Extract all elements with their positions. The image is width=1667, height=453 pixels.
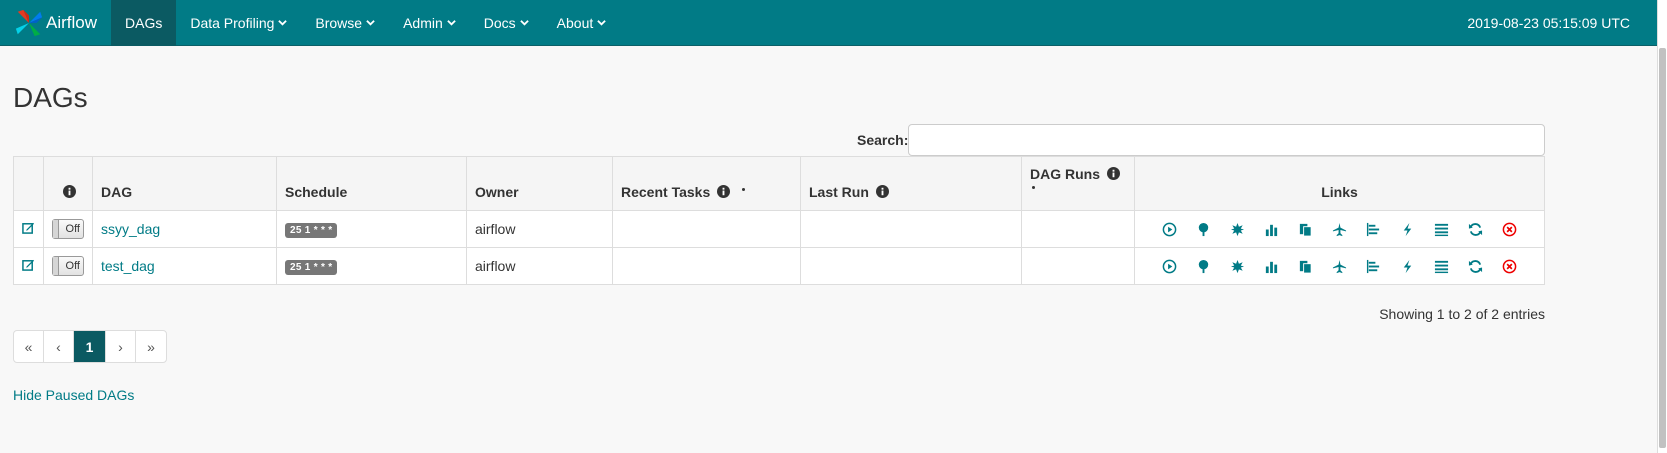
- schedule-badge: 25 1 * * *: [285, 223, 338, 238]
- recent-tasks-cell: [612, 247, 801, 285]
- tree-view-icon[interactable]: [1196, 259, 1211, 274]
- header-owner[interactable]: Owner: [466, 156, 613, 211]
- tries-chart-icon[interactable]: [1264, 222, 1279, 237]
- dag-link[interactable]: ssyy_dag: [101, 221, 160, 237]
- graph-view-icon[interactable]: [1230, 259, 1245, 274]
- edit-icon[interactable]: [22, 258, 35, 271]
- header-dag[interactable]: DAG: [92, 156, 277, 211]
- dag-link[interactable]: test_dag: [101, 258, 155, 274]
- dag-cell: ssyy_dag: [92, 210, 277, 248]
- toggle-cell: Off: [43, 247, 93, 285]
- nav-browse[interactable]: Browse: [301, 0, 389, 46]
- page-scrollbar[interactable]: [1657, 0, 1667, 453]
- graph-view-icon[interactable]: [1230, 222, 1245, 237]
- gantt-icon[interactable]: [1366, 259, 1381, 274]
- header-recent-tasks: Recent Tasks: [612, 156, 801, 211]
- nav-about[interactable]: About: [543, 0, 621, 46]
- nav-docs[interactable]: Docs: [470, 0, 543, 46]
- links-row: [1145, 222, 1534, 237]
- airflow-logo-icon: [15, 9, 43, 36]
- chevron-down-icon: [597, 20, 607, 26]
- dag-runs-cell: [1021, 247, 1135, 285]
- lightning-icon[interactable]: [1400, 259, 1415, 274]
- table-row: Off ssyy_dag 25 1 * * * airflow: [13, 210, 1545, 248]
- links-cell: [1134, 210, 1545, 248]
- dags-table: DAG Schedule Owner Recent Tasks Last Run…: [13, 156, 1545, 285]
- search-label: Search:: [857, 132, 909, 148]
- landing-times-icon[interactable]: [1332, 222, 1347, 237]
- entries-info: Showing 1 to 2 of 2 entries: [1379, 306, 1545, 322]
- brand-name: Airflow: [45, 12, 97, 32]
- table-header-row: DAG Schedule Owner Recent Tasks Last Run…: [13, 156, 1545, 211]
- code-view-icon[interactable]: [1298, 259, 1313, 274]
- header-toggle: [43, 156, 93, 211]
- search-input[interactable]: [908, 124, 1545, 156]
- info-icon: [1106, 167, 1120, 180]
- page-prev[interactable]: ‹: [44, 331, 74, 362]
- page-next[interactable]: ›: [106, 331, 136, 362]
- dag-cell: test_dag: [92, 247, 277, 285]
- scrollbar-thumb[interactable]: [1659, 48, 1666, 448]
- landing-times-icon[interactable]: [1332, 259, 1347, 274]
- dag-pause-toggle[interactable]: Off: [52, 256, 84, 276]
- chevron-down-icon: [447, 20, 456, 26]
- tree-view-icon[interactable]: [1196, 222, 1211, 237]
- server-clock: 2019-08-23 05:15:09 UTC: [1467, 15, 1630, 31]
- edit-icon[interactable]: [22, 221, 35, 234]
- edit-cell: [13, 210, 44, 248]
- logs-list-icon[interactable]: [1434, 222, 1449, 237]
- refresh-icon[interactable]: [1468, 259, 1483, 274]
- loading-dot: [1032, 186, 1035, 189]
- owner-cell: airflow: [466, 210, 613, 248]
- header-links: Links: [1134, 156, 1545, 211]
- page-current[interactable]: 1: [74, 331, 106, 362]
- recent-tasks-cell: [612, 210, 801, 248]
- chevron-down-icon: [519, 20, 529, 26]
- info-icon: [63, 185, 76, 198]
- tries-chart-icon[interactable]: [1264, 259, 1279, 274]
- header-last-run: Last Run: [800, 156, 1022, 211]
- owner-cell: airflow: [466, 247, 613, 285]
- hide-paused-dags-link[interactable]: Hide Paused DAGs: [13, 387, 134, 403]
- info-icon: [875, 185, 889, 198]
- page-first[interactable]: «: [14, 331, 44, 362]
- nav-data-profiling[interactable]: Data Profiling: [176, 0, 301, 46]
- dag-pause-toggle[interactable]: Off: [52, 219, 84, 239]
- nav-admin[interactable]: Admin: [389, 0, 470, 46]
- nav-dags[interactable]: DAGs: [111, 0, 177, 46]
- table-row: Off test_dag 25 1 * * * airflow: [13, 247, 1545, 285]
- chevron-down-icon: [278, 20, 288, 26]
- header-edit: [13, 156, 44, 211]
- edit-cell: [13, 247, 44, 285]
- top-navbar: Airflow DAGs Data Profiling Browse Admin…: [0, 0, 1657, 46]
- refresh-icon[interactable]: [1468, 222, 1483, 237]
- info-icon: [717, 185, 731, 198]
- header-dag-runs: DAG Runs: [1021, 156, 1135, 211]
- schedule-cell: 25 1 * * *: [276, 210, 467, 248]
- schedule-cell: 25 1 * * *: [276, 247, 467, 285]
- gantt-icon[interactable]: [1366, 222, 1381, 237]
- brand[interactable]: Airflow: [0, 0, 111, 46]
- header-schedule[interactable]: Schedule: [276, 156, 467, 211]
- code-view-icon[interactable]: [1298, 222, 1313, 237]
- toggle-cell: Off: [43, 210, 93, 248]
- pagination: « ‹ 1 › »: [13, 330, 167, 363]
- page-title: DAGs: [13, 82, 88, 113]
- delete-dag-icon[interactable]: [1502, 259, 1517, 274]
- last-run-cell: [800, 210, 1022, 248]
- links-cell: [1134, 247, 1545, 285]
- trigger-dag-icon[interactable]: [1162, 222, 1177, 237]
- schedule-badge: 25 1 * * *: [285, 260, 338, 275]
- delete-dag-icon[interactable]: [1502, 222, 1517, 237]
- lightning-icon[interactable]: [1400, 222, 1415, 237]
- page-last[interactable]: »: [136, 331, 166, 362]
- links-row: [1145, 259, 1534, 274]
- logs-list-icon[interactable]: [1434, 259, 1449, 274]
- dag-runs-cell: [1021, 210, 1135, 248]
- last-run-cell: [800, 247, 1022, 285]
- loading-dot: [742, 188, 746, 191]
- chevron-down-icon: [366, 20, 375, 26]
- trigger-dag-icon[interactable]: [1162, 259, 1177, 274]
